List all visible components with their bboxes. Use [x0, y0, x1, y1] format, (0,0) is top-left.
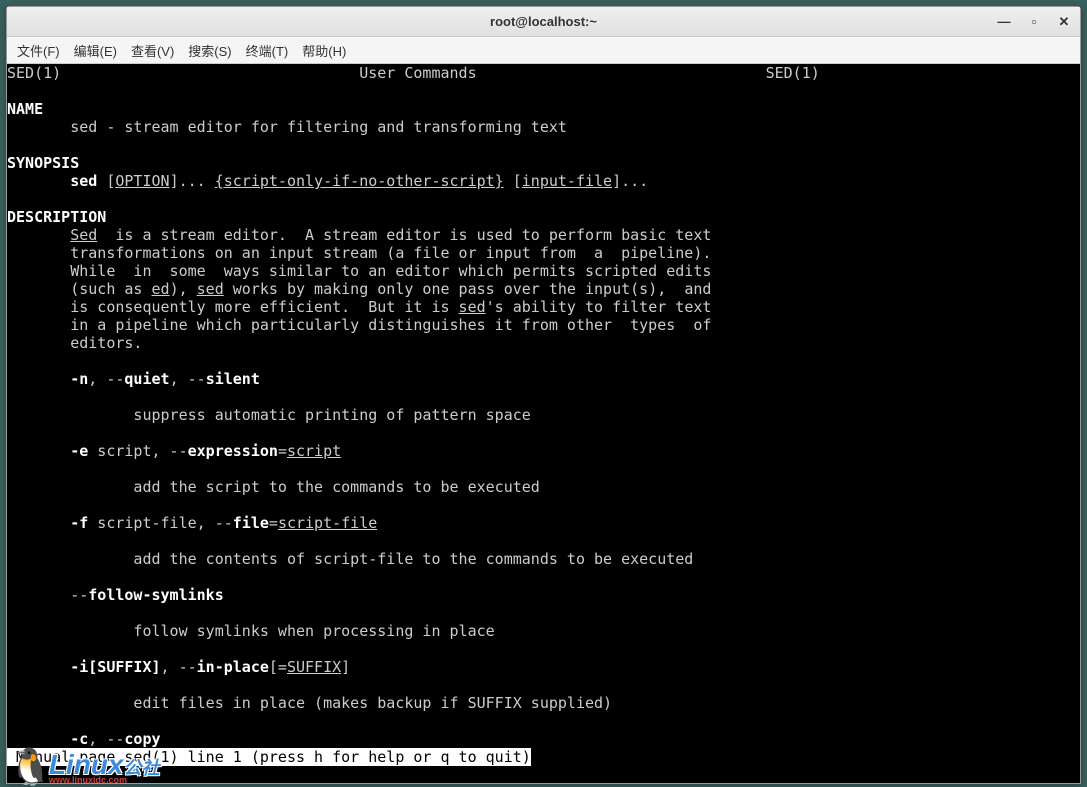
- opt-c: c: [79, 730, 88, 748]
- desc-sed: Sed: [70, 226, 97, 244]
- synopsis-script: {script-only-if-no-other-script}: [215, 172, 504, 190]
- terminal-viewport[interactable]: SED(1) User Commands SED(1) NAME sed - s…: [7, 64, 1080, 783]
- opt-f-scriptfile: script-file: [278, 514, 377, 532]
- maximize-button[interactable]: ▫: [1026, 14, 1042, 30]
- titlebar: root@localhost:~ — ▫ ✕: [7, 7, 1080, 37]
- opt-i-suffix: SUFFIX: [287, 658, 341, 676]
- opt-follow-symlinks: follow-symlinks: [88, 586, 223, 604]
- man-header-center: User Commands: [359, 64, 476, 82]
- opt-e-script: script: [287, 442, 341, 460]
- man-header-left: SED(1): [7, 64, 61, 82]
- section-name: NAME: [7, 100, 43, 118]
- terminal-window: root@localhost:~ — ▫ ✕ 文件(F) 编辑(E) 查看(V)…: [6, 6, 1081, 784]
- minimize-button[interactable]: —: [996, 14, 1012, 30]
- menu-view[interactable]: 查看(V): [131, 41, 174, 60]
- opt-silent: silent: [206, 370, 260, 388]
- opt-i-desc: edit files in place (makes backup if SUF…: [7, 694, 612, 712]
- menu-search[interactable]: 搜索(S): [188, 41, 231, 60]
- opt-i: i[SUFFIX]: [79, 658, 160, 676]
- desc-l7: editors.: [7, 334, 142, 352]
- synopsis-option: OPTION: [115, 172, 169, 190]
- section-description: DESCRIPTION: [7, 208, 106, 226]
- section-synopsis: SYNOPSIS: [7, 154, 79, 172]
- window-controls: — ▫ ✕: [996, 7, 1072, 36]
- window-title: root@localhost:~: [490, 14, 597, 29]
- opt-f-desc: add the contents of script-file to the c…: [7, 550, 693, 568]
- desc-l2: transformations on an input stream (a fi…: [7, 244, 711, 262]
- desc-l6: in a pipeline which particularly disting…: [7, 316, 711, 334]
- synopsis-cmd: sed: [70, 172, 97, 190]
- opt-n-desc: suppress automatic printing of pattern s…: [7, 406, 531, 424]
- opt-expression: expression: [188, 442, 278, 460]
- opt-in-place: in-place: [197, 658, 269, 676]
- close-button[interactable]: ✕: [1056, 14, 1072, 30]
- opt-copy: copy: [124, 730, 160, 748]
- opt-fs-desc: follow symlinks when processing in place: [7, 622, 495, 640]
- man-status-line: Manual page sed(1) line 1 (press h for h…: [7, 748, 531, 766]
- name-line: sed - stream editor for filtering and tr…: [7, 118, 567, 136]
- desc-l3: While in some ways similar to an editor …: [7, 262, 711, 280]
- desc-ed: ed: [152, 280, 170, 298]
- opt-file: file: [233, 514, 269, 532]
- menu-edit[interactable]: 编辑(E): [74, 41, 117, 60]
- opt-n: n: [79, 370, 88, 388]
- menu-help[interactable]: 帮助(H): [302, 41, 346, 60]
- man-header-right: SED(1): [766, 64, 820, 82]
- menu-file[interactable]: 文件(F): [17, 41, 60, 60]
- opt-e-desc: add the script to the commands to be exe…: [7, 478, 540, 496]
- opt-quiet: quiet: [124, 370, 169, 388]
- opt-e: e: [79, 442, 88, 460]
- synopsis-file: input-file: [522, 172, 612, 190]
- menubar: 文件(F) 编辑(E) 查看(V) 搜索(S) 终端(T) 帮助(H): [7, 37, 1080, 64]
- opt-f: f: [79, 514, 88, 532]
- menu-terminal[interactable]: 终端(T): [246, 41, 289, 60]
